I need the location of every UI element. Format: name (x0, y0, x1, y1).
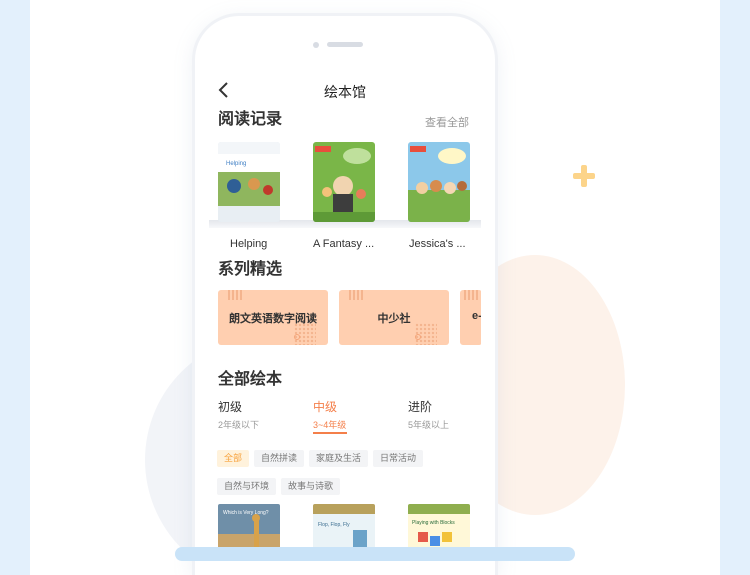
tag-all[interactable]: 全部 (217, 450, 250, 467)
series-card-label: 朗文英语数字阅读 (229, 313, 317, 325)
book-title[interactable]: A Fantasy ... (313, 238, 374, 250)
series-card-label: e- (472, 310, 481, 322)
phone-frame: 绘本馆 阅读记录 查看全部 Helping Helping A Fantasy … (195, 16, 495, 575)
book-cover[interactable] (408, 142, 470, 222)
book-cover[interactable]: Helping (218, 142, 280, 222)
level-grade: 3~4年级 (313, 420, 347, 430)
card-decor (464, 290, 478, 300)
plus-decor-icon (573, 165, 595, 187)
page-title: 绘本馆 (324, 84, 366, 100)
book-titles: Helping A Fantasy ... Jessica's ... (209, 238, 481, 254)
tag-daily-activities[interactable]: 日常活动 (373, 450, 424, 467)
card-decor (294, 334, 300, 340)
section-title: 阅读记录 (218, 111, 283, 128)
level-tab-intermediate[interactable]: 中级 3~4年级 (313, 398, 347, 434)
card-decor (415, 334, 421, 340)
level-name: 进阶 (408, 400, 433, 414)
level-name: 中级 (313, 400, 338, 414)
book-cover-text: Helping (226, 161, 246, 167)
level-tab-advanced[interactable]: 进阶 5年级以上 (408, 398, 449, 431)
book-cover-text: Which is Very Long? (223, 510, 269, 516)
card-decor (228, 290, 242, 300)
active-tab-indicator (313, 432, 347, 434)
level-name: 初级 (218, 400, 243, 414)
series-card[interactable]: 朗文英语数字阅读 (218, 290, 328, 345)
level-tabs: 初级 2年级以下 中级 3~4年级 进阶 5年级以上 (209, 398, 481, 440)
reading-records-list: Helping Helping A Fantasy ... Jessica's … (209, 134, 481, 250)
tag-phonics[interactable]: 自然拼读 (254, 450, 305, 467)
camera-dot (313, 42, 319, 48)
series-card-label: 中少社 (377, 313, 411, 325)
section-title: 系列精选 (218, 261, 283, 278)
nav-bar: 绘本馆 (209, 74, 481, 106)
book-cover[interactable] (313, 142, 375, 222)
tag-nature[interactable]: 自然与环境 (217, 478, 277, 495)
reading-records-header: 阅读记录 查看全部 (209, 106, 481, 134)
book-title[interactable]: Jessica's ... (409, 238, 466, 250)
series-header: 系列精选 (209, 256, 481, 284)
series-card[interactable]: e- (460, 290, 481, 345)
series-card[interactable]: 中少社 (339, 290, 449, 345)
section-title: 全部绘本 (218, 371, 283, 388)
tag-stories-poems[interactable]: 故事与诗歌 (281, 478, 341, 495)
book-cover-text: Playing with Blocks (412, 520, 455, 526)
card-decor (349, 290, 363, 300)
book-title[interactable]: Helping (230, 238, 267, 250)
view-all-link[interactable]: 查看全部 (425, 114, 469, 130)
app-screen: 绘本馆 阅读记录 查看全部 Helping Helping A Fantasy … (209, 74, 481, 559)
all-books-header: 全部绘本 (209, 366, 481, 394)
series-carousel: 朗文英语数字阅读 中少社 e- (209, 290, 481, 350)
category-tags: 全部 自然拼读 家庭及生活 日常活动自然与环境 故事与诗歌 (209, 448, 481, 504)
tag-family-life[interactable]: 家庭及生活 (309, 450, 369, 467)
speaker-slot (327, 42, 363, 47)
level-tab-beginner[interactable]: 初级 2年级以下 (218, 398, 259, 431)
level-grade: 2年级以下 (218, 420, 260, 430)
bottom-decor-bar (175, 547, 575, 561)
level-grade: 5年级以上 (408, 420, 450, 430)
book-cover-text: Flop, Flop, Fly (318, 522, 350, 528)
